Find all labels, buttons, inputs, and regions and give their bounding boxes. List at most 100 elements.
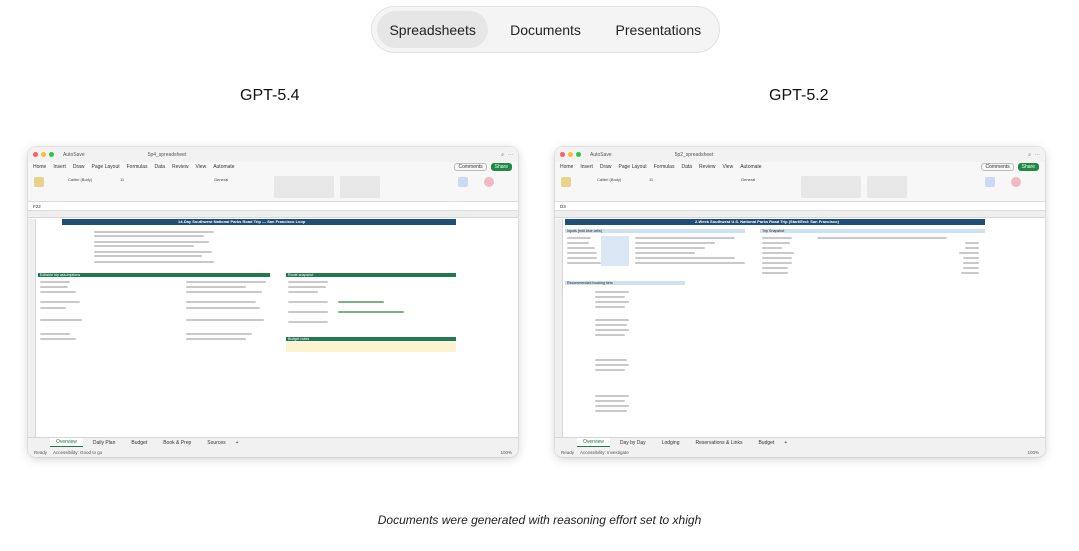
text-line xyxy=(186,281,266,283)
text-line xyxy=(762,242,790,244)
cell-reference[interactable]: F22 xyxy=(33,204,41,209)
formula-bar[interactable]: F22 xyxy=(28,202,518,211)
text-line xyxy=(595,291,629,293)
sheet-tab-book-prep[interactable]: Book & Prep xyxy=(157,439,197,447)
menu-insert[interactable]: Insert xyxy=(580,164,593,170)
copilot-icon[interactable] xyxy=(484,177,494,187)
zoom-level[interactable]: 100% xyxy=(500,450,512,455)
menu-insert[interactable]: Insert xyxy=(53,164,66,170)
text-line xyxy=(94,241,209,243)
more-icon[interactable]: ⋯ xyxy=(1035,152,1040,158)
sheet-tab-overview[interactable]: Overview xyxy=(50,438,83,447)
sheet-area[interactable]: 14-Day Southwest National Parks Road Tri… xyxy=(28,219,518,437)
analyze-icon[interactable] xyxy=(985,177,995,187)
maximize-icon[interactable] xyxy=(576,152,581,157)
route-title: Route snapshot xyxy=(288,273,314,277)
more-icon[interactable]: ⋯ xyxy=(508,152,513,158)
conditional-format-group[interactable] xyxy=(801,176,861,198)
sheet-area[interactable]: 2-Week Southwest U.S. National Parks Roa… xyxy=(555,219,1045,437)
cells-group[interactable] xyxy=(867,176,907,198)
minimize-icon[interactable] xyxy=(568,152,573,157)
menu-review[interactable]: Review xyxy=(699,164,715,170)
search-icon[interactable]: ⌕ xyxy=(1028,152,1031,158)
number-format[interactable]: General xyxy=(741,177,755,182)
sheet-tab-day-by-day[interactable]: Day by Day xyxy=(614,439,652,447)
zoom-level[interactable]: 100% xyxy=(1027,450,1039,455)
sheet-tab-lodging[interactable]: Lodging xyxy=(656,439,686,447)
conditional-format-group[interactable] xyxy=(274,176,334,198)
input-cells[interactable] xyxy=(601,236,629,266)
text-line xyxy=(595,410,627,412)
add-sheet-icon[interactable]: + xyxy=(236,440,239,446)
font-name[interactable]: Calibri (Body) xyxy=(68,177,92,182)
text-line xyxy=(595,306,625,308)
assumptions-title: Editable trip assumptions xyxy=(40,273,81,277)
tab-spreadsheets[interactable]: Spreadsheets xyxy=(377,11,489,48)
menu-page-layout[interactable]: Page Layout xyxy=(92,164,120,170)
menu-view[interactable]: View xyxy=(722,164,733,170)
tab-documents[interactable]: Documents xyxy=(488,11,602,48)
paste-icon[interactable] xyxy=(561,177,571,187)
text-line xyxy=(94,235,204,237)
sheet-tab-daily-plan[interactable]: Daily Plan xyxy=(87,439,122,447)
formula-bar[interactable]: D3 xyxy=(555,202,1045,211)
font-name[interactable]: Calibri (Body) xyxy=(597,177,621,182)
number-format[interactable]: General xyxy=(214,177,228,182)
share-button[interactable]: Share xyxy=(490,163,512,171)
menu-automate[interactable]: Automate xyxy=(740,164,761,170)
paste-icon[interactable] xyxy=(34,177,44,187)
menu-data[interactable]: Data xyxy=(154,164,165,170)
text-line xyxy=(762,272,788,274)
menu-data[interactable]: Data xyxy=(681,164,692,170)
comments-button[interactable]: Comments xyxy=(981,163,1014,171)
text-line xyxy=(40,333,70,335)
cell-reference[interactable]: D3 xyxy=(560,204,566,209)
maximize-icon[interactable] xyxy=(49,152,54,157)
text-line xyxy=(338,311,404,313)
column-headers xyxy=(28,211,518,218)
analyze-icon[interactable] xyxy=(458,177,468,187)
sheet-tab-overview[interactable]: Overview xyxy=(577,438,610,447)
font-size[interactable]: 11 xyxy=(649,177,653,182)
close-icon[interactable] xyxy=(33,152,38,157)
sheet-tab-budget[interactable]: Budget xyxy=(752,439,780,447)
menu-draw[interactable]: Draw xyxy=(600,164,612,170)
minimize-icon[interactable] xyxy=(41,152,46,157)
menu-draw[interactable]: Draw xyxy=(73,164,85,170)
add-sheet-icon[interactable]: + xyxy=(784,440,787,446)
text-line xyxy=(40,281,70,283)
menu-bar: Home Insert Draw Page Layout Formulas Da… xyxy=(28,162,518,172)
menu-formulas[interactable]: Formulas xyxy=(127,164,148,170)
menu-formulas[interactable]: Formulas xyxy=(654,164,675,170)
text-line xyxy=(288,311,328,313)
copilot-icon[interactable] xyxy=(1011,177,1021,187)
sheet-tab-budget[interactable]: Budget xyxy=(125,439,153,447)
menu-home[interactable]: Home xyxy=(33,164,46,170)
sheet-tab-sources[interactable]: Sources xyxy=(201,439,231,447)
menu-page-layout[interactable]: Page Layout xyxy=(619,164,647,170)
menu-view[interactable]: View xyxy=(195,164,206,170)
font-size[interactable]: 11 xyxy=(120,177,124,182)
search-icon[interactable]: ⌕ xyxy=(501,152,504,158)
comments-button[interactable]: Comments xyxy=(454,163,487,171)
tab-presentations[interactable]: Presentations xyxy=(603,11,714,48)
budget-header xyxy=(286,337,456,341)
accessibility-status[interactable]: Accessibility: Investigate xyxy=(580,450,629,455)
right-model-label: GPT-5.2 xyxy=(769,87,829,104)
text-line xyxy=(94,251,212,253)
sheet-tab-reservations[interactable]: Reservations & Links xyxy=(689,439,748,447)
menu-home[interactable]: Home xyxy=(560,164,573,170)
cells-group[interactable] xyxy=(340,176,380,198)
inputs-title: Inputs (edit blue cells) xyxy=(567,229,602,233)
status-text: Ready xyxy=(561,449,575,455)
text-line xyxy=(595,334,625,336)
close-icon[interactable] xyxy=(560,152,565,157)
menu-review[interactable]: Review xyxy=(172,164,188,170)
left-spreadsheet-window: AutoSave 5p4_spreadsheet ⌕ ⋯ Home Insert … xyxy=(28,147,518,457)
text-line xyxy=(40,291,76,293)
menu-automate[interactable]: Automate xyxy=(213,164,234,170)
accessibility-status[interactable]: Accessibility: Good to go xyxy=(53,450,102,455)
share-button[interactable]: Share xyxy=(1017,163,1039,171)
autosave-label: AutoSave xyxy=(590,151,612,158)
text-line xyxy=(635,242,715,244)
